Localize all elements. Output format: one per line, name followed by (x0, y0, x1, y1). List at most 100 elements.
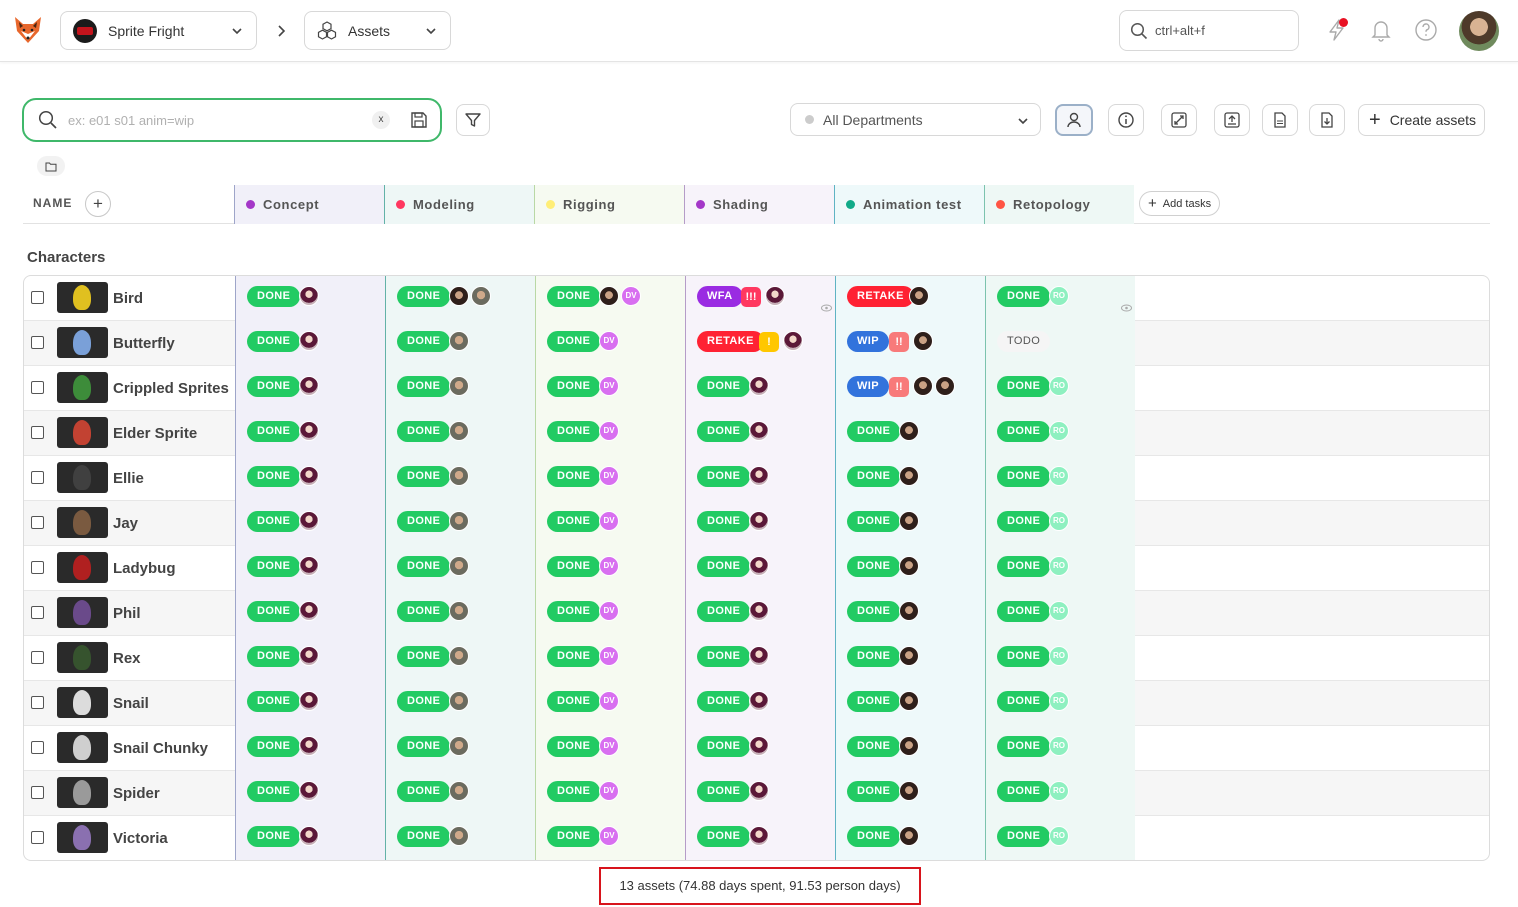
show-infos-button[interactable] (1108, 104, 1144, 136)
asset-thumbnail[interactable] (57, 642, 108, 673)
task-status-badge[interactable]: TODO (997, 331, 1051, 352)
task-status-cell[interactable]: DONE (685, 816, 835, 860)
filter-button[interactable] (456, 104, 490, 136)
task-status-badge[interactable]: DONE (697, 736, 751, 757)
asset-thumbnail[interactable] (57, 597, 108, 628)
task-status-cell[interactable]: DONE (235, 321, 385, 366)
task-status-badge[interactable]: DONE (547, 421, 601, 442)
task-status-cell[interactable]: DONE (235, 456, 385, 501)
task-status-badge[interactable]: DONE (247, 286, 301, 307)
task-status-badge[interactable]: DONE (847, 736, 901, 757)
task-status-badge[interactable]: DONE (997, 736, 1051, 757)
task-status-cell[interactable]: DONE RO (985, 501, 1135, 546)
task-status-badge[interactable]: WFA (697, 286, 743, 307)
task-status-badge[interactable]: DONE (247, 466, 301, 487)
bell-icon[interactable] (1368, 17, 1394, 43)
export-csv-button[interactable] (1309, 104, 1345, 136)
task-status-cell[interactable]: DONE (835, 636, 985, 681)
task-status-cell[interactable]: WIP!! (835, 366, 985, 411)
asset-name-link[interactable]: Spider (113, 785, 160, 802)
task-status-cell[interactable]: DONE (235, 681, 385, 726)
task-status-badge[interactable]: DONE (697, 781, 751, 802)
task-status-badge[interactable]: DONE (697, 646, 751, 667)
task-status-badge[interactable]: DONE (247, 511, 301, 532)
row-select-checkbox[interactable] (31, 741, 44, 754)
asset-thumbnail[interactable] (57, 687, 108, 718)
task-status-badge[interactable]: DONE (697, 376, 751, 397)
save-search-icon[interactable] (410, 111, 428, 129)
task-status-cell[interactable]: DONE (385, 276, 535, 321)
task-status-badge[interactable]: DONE (247, 421, 301, 442)
task-status-badge[interactable]: DONE (547, 331, 601, 352)
task-status-cell[interactable]: DONE (385, 546, 535, 591)
asset-name-link[interactable]: Ellie (113, 470, 144, 487)
task-status-cell[interactable]: DONE DV (535, 771, 685, 816)
task-status-badge[interactable]: DONE (997, 781, 1051, 802)
task-status-cell[interactable]: DONE (685, 771, 835, 816)
task-status-cell[interactable]: DONE (235, 501, 385, 546)
task-status-cell[interactable]: DONE (835, 681, 985, 726)
task-status-cell[interactable]: DONE (835, 411, 985, 456)
task-status-cell[interactable]: DONE DV (535, 591, 685, 636)
task-status-cell[interactable]: DONE (685, 591, 835, 636)
task-status-cell[interactable]: DONE (835, 501, 985, 546)
task-status-cell[interactable]: DONE (835, 771, 985, 816)
task-status-cell[interactable]: TODO (985, 321, 1135, 366)
import-csv-button[interactable] (1262, 104, 1298, 136)
add-tasks-button[interactable]: + Add tasks (1139, 191, 1220, 216)
task-status-badge[interactable]: DONE (547, 466, 601, 487)
production-selector[interactable]: Sprite Fright (60, 11, 257, 50)
task-status-cell[interactable]: WIP!! (835, 321, 985, 366)
asset-thumbnail[interactable] (57, 777, 108, 808)
task-status-badge[interactable]: DONE (547, 601, 601, 622)
row-select-checkbox[interactable] (31, 696, 44, 709)
task-status-cell[interactable]: DONE RO (985, 456, 1135, 501)
asset-thumbnail[interactable] (57, 822, 108, 853)
task-status-cell[interactable]: DONE (235, 636, 385, 681)
user-avatar[interactable] (1459, 11, 1499, 51)
task-status-badge[interactable]: DONE (397, 646, 451, 667)
task-status-cell[interactable]: DONE RO (985, 591, 1135, 636)
task-status-cell[interactable]: DONE (235, 276, 385, 321)
task-status-badge[interactable]: RETAKE (847, 286, 914, 307)
task-status-badge[interactable]: DONE (847, 556, 901, 577)
task-status-cell[interactable]: DONE (835, 456, 985, 501)
task-status-badge[interactable]: DONE (247, 646, 301, 667)
task-status-badge[interactable]: DONE (697, 466, 751, 487)
asset-thumbnail[interactable] (57, 327, 108, 358)
task-status-badge[interactable]: DONE (247, 781, 301, 802)
task-status-cell[interactable]: DONE (235, 546, 385, 591)
task-status-badge[interactable]: DONE (547, 556, 601, 577)
row-select-checkbox[interactable] (31, 831, 44, 844)
row-select-checkbox[interactable] (31, 426, 44, 439)
task-column-header[interactable]: Retopology (984, 185, 1134, 224)
task-column-header[interactable]: Modeling (384, 185, 534, 224)
task-status-badge[interactable]: DONE (397, 421, 451, 442)
task-status-cell[interactable]: DONE (235, 771, 385, 816)
asset-name-link[interactable]: Jay (113, 515, 138, 532)
task-status-badge[interactable]: DONE (697, 421, 751, 442)
task-status-badge[interactable]: DONE (997, 511, 1051, 532)
task-status-badge[interactable]: DONE (997, 601, 1051, 622)
asset-name-link[interactable]: Crippled Sprites (113, 380, 229, 397)
asset-name-link[interactable]: Rex (113, 650, 141, 667)
task-status-cell[interactable]: DONE DV (535, 636, 685, 681)
task-status-cell[interactable]: DONE (835, 546, 985, 591)
task-status-badge[interactable]: DONE (547, 286, 601, 307)
name-column-header[interactable]: NAME (33, 196, 72, 210)
task-status-badge[interactable]: DONE (547, 691, 601, 712)
task-status-cell[interactable]: DONE (685, 726, 835, 771)
task-status-cell[interactable]: DONE (385, 501, 535, 546)
task-status-cell[interactable]: DONE (685, 546, 835, 591)
task-status-badge[interactable]: DONE (697, 601, 751, 622)
global-search-input[interactable]: ctrl+alt+f (1119, 10, 1299, 51)
task-status-cell[interactable]: DONE RO (985, 276, 1135, 321)
task-status-badge[interactable]: DONE (997, 826, 1051, 847)
task-column-header[interactable]: Concept (234, 185, 384, 224)
task-status-badge[interactable]: DONE (697, 826, 751, 847)
task-status-cell[interactable]: RETAKE (835, 276, 985, 321)
task-status-badge[interactable]: DONE (397, 691, 451, 712)
task-status-badge[interactable]: DONE (547, 736, 601, 757)
asset-thumbnail[interactable] (57, 282, 108, 313)
task-status-cell[interactable]: DONE (385, 591, 535, 636)
